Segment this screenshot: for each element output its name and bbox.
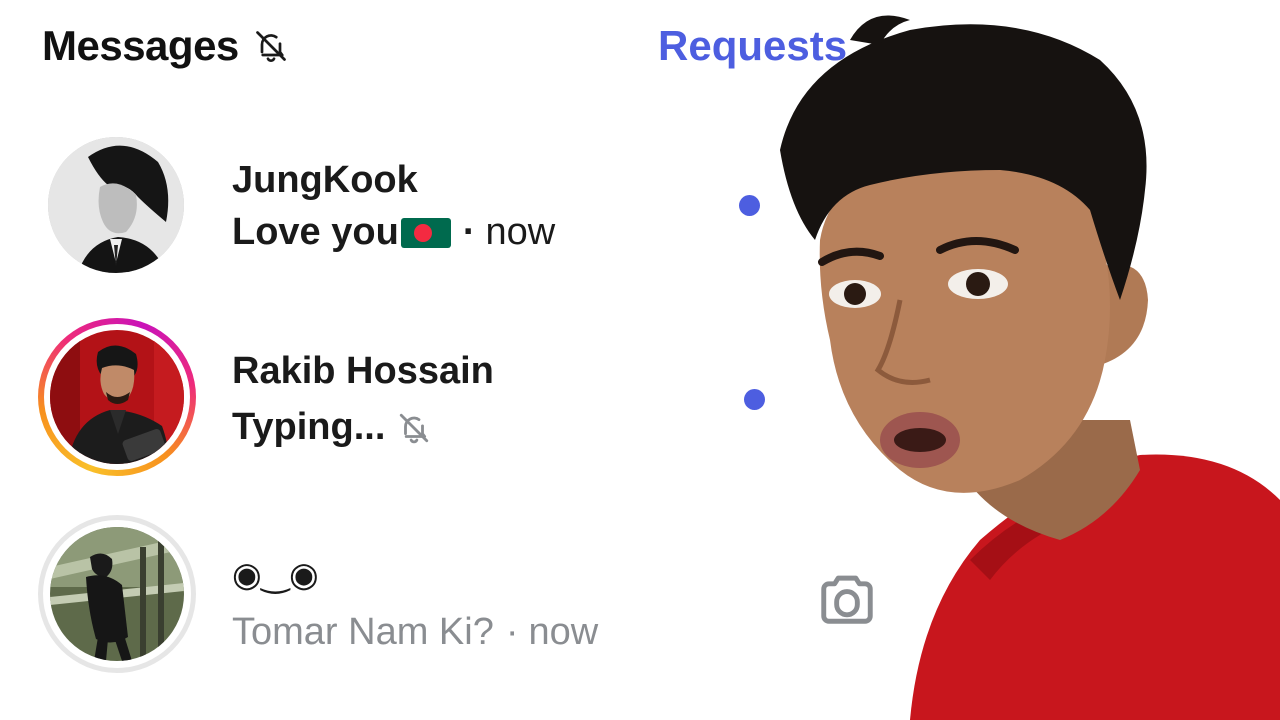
thread-time: now: [528, 611, 599, 653]
avatar-image-emoji-name: [50, 527, 184, 661]
thread-name: Rakib Hossain: [232, 350, 494, 392]
page-title: Messages: [42, 22, 289, 70]
story-ring[interactable]: [38, 318, 196, 476]
page-title-text: Messages: [42, 22, 239, 69]
unread-dot: [739, 195, 760, 216]
thread-time: now: [485, 211, 556, 253]
bangladesh-flag-icon: [400, 217, 451, 248]
thread-message: Love you: [232, 211, 399, 253]
separator-dot: ·: [462, 211, 476, 253]
thread-name: ◉‿◉: [232, 555, 319, 595]
messages-screen: Messages Requests JungKook Love you · no…: [0, 0, 1280, 720]
avatar-image-rakib-hossain: [50, 330, 184, 464]
thread-preview: Tomar Nam Ki? · now: [232, 611, 598, 654]
seen-story-ring[interactable]: [38, 515, 196, 673]
muted-bell-icon: [400, 413, 429, 443]
thread-message: Typing...: [232, 406, 386, 448]
muted-bell-icon[interactable]: [253, 28, 289, 64]
thread-message: Tomar Nam Ki?: [232, 611, 494, 653]
thread-preview: Typing...: [232, 406, 431, 449]
thread-name: JungKook: [232, 159, 418, 201]
reaction-person-overlay: [780, 15, 1280, 720]
avatar-image-jungkook: [48, 137, 184, 273]
avatar-emoji-name[interactable]: [50, 527, 184, 661]
separator-dot: ·: [505, 611, 519, 653]
thread-preview: Love you · now: [232, 211, 555, 254]
avatar-rakib-hossain[interactable]: [50, 330, 184, 464]
avatar-jungkook[interactable]: [48, 137, 184, 273]
